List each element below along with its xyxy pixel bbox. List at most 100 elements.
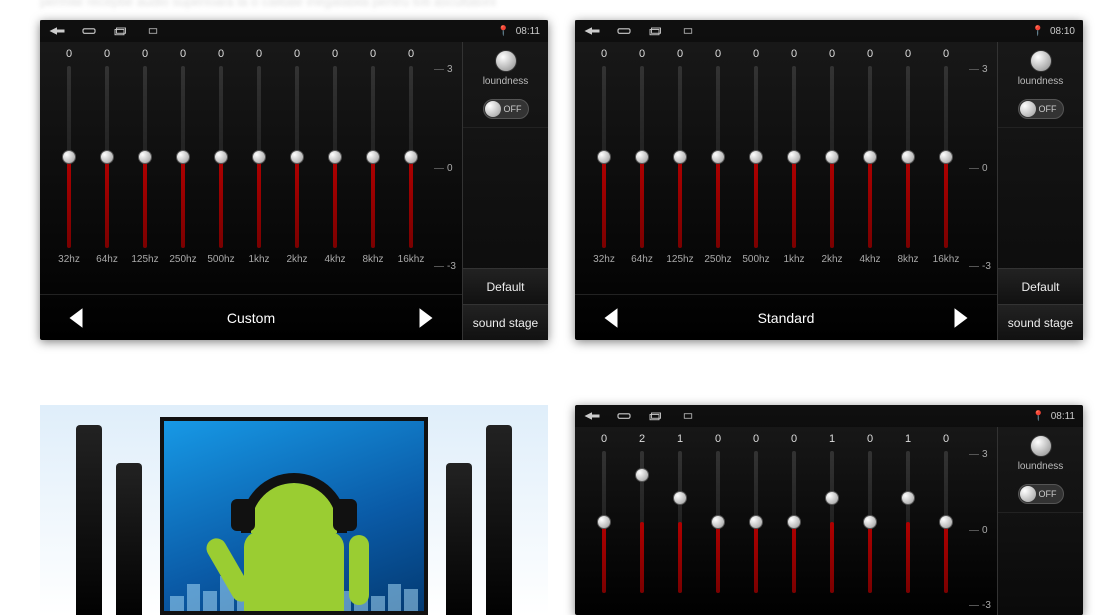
band-thumb[interactable] (939, 150, 953, 164)
default-button[interactable]: Default (463, 268, 548, 304)
band-thumb[interactable] (176, 150, 190, 164)
band-thumb[interactable] (749, 150, 763, 164)
band-track[interactable] (333, 66, 337, 248)
recent-icon[interactable] (647, 410, 665, 422)
band-track[interactable] (906, 66, 910, 248)
band-track[interactable] (181, 66, 185, 248)
sound-stage-button[interactable]: sound stage (463, 304, 548, 340)
eq-band[interactable]: 0500hz (739, 48, 773, 268)
band-thumb[interactable] (901, 150, 915, 164)
band-thumb[interactable] (635, 468, 649, 482)
band-thumb[interactable] (62, 150, 76, 164)
eq-band[interactable]: 064hz (625, 48, 659, 268)
band-track[interactable] (792, 451, 796, 593)
eq-band[interactable]: 1 (663, 433, 697, 613)
band-track[interactable] (830, 66, 834, 248)
band-thumb[interactable] (939, 515, 953, 529)
eq-band[interactable]: 08khz (891, 48, 925, 268)
band-track[interactable] (754, 66, 758, 248)
back-icon[interactable] (583, 25, 601, 37)
preset-prev-button[interactable] (593, 303, 629, 333)
preset-next-button[interactable] (943, 303, 979, 333)
band-thumb[interactable] (100, 150, 114, 164)
eq-band[interactable]: 0 (777, 433, 811, 613)
band-track[interactable] (105, 66, 109, 248)
eq-band[interactable]: 02khz (280, 48, 314, 268)
eq-band[interactable]: 04khz (853, 48, 887, 268)
band-track[interactable] (868, 66, 872, 248)
band-track[interactable] (716, 451, 720, 593)
band-track[interactable] (143, 66, 147, 248)
eq-band[interactable]: 04khz (318, 48, 352, 268)
eq-band[interactable]: 0250hz (166, 48, 200, 268)
band-track[interactable] (678, 66, 682, 248)
eq-band[interactable]: 0250hz (701, 48, 735, 268)
band-thumb[interactable] (825, 150, 839, 164)
eq-band[interactable]: 2 (625, 433, 659, 613)
band-track[interactable] (67, 66, 71, 248)
band-thumb[interactable] (673, 491, 687, 505)
band-thumb[interactable] (214, 150, 228, 164)
band-thumb[interactable] (673, 150, 687, 164)
band-thumb[interactable] (328, 150, 342, 164)
band-track[interactable] (754, 451, 758, 593)
band-track[interactable] (792, 66, 796, 248)
band-thumb[interactable] (404, 150, 418, 164)
eq-band[interactable]: 01khz (777, 48, 811, 268)
eq-band[interactable]: 0125hz (663, 48, 697, 268)
band-thumb[interactable] (901, 491, 915, 505)
band-thumb[interactable] (138, 150, 152, 164)
recent-icon[interactable] (647, 25, 665, 37)
eq-band[interactable]: 032hz (52, 48, 86, 268)
band-track[interactable] (868, 451, 872, 593)
eq-band[interactable]: 064hz (90, 48, 124, 268)
band-track[interactable] (640, 451, 644, 593)
band-thumb[interactable] (825, 491, 839, 505)
band-thumb[interactable] (597, 150, 611, 164)
loudness-toggle[interactable]: OFF (1018, 99, 1064, 119)
band-thumb[interactable] (366, 150, 380, 164)
recent-icon[interactable] (112, 25, 130, 37)
eq-band[interactable]: 0 (929, 433, 963, 613)
band-thumb[interactable] (635, 150, 649, 164)
screenshot-icon[interactable] (679, 410, 697, 422)
eq-band[interactable]: 0 (739, 433, 773, 613)
band-track[interactable] (716, 66, 720, 248)
band-track[interactable] (944, 66, 948, 248)
loudness-toggle[interactable]: OFF (1018, 484, 1064, 504)
eq-band[interactable]: 1 (891, 433, 925, 613)
band-thumb[interactable] (863, 150, 877, 164)
preset-prev-button[interactable] (58, 303, 94, 333)
band-thumb[interactable] (252, 150, 266, 164)
preset-next-button[interactable] (408, 303, 444, 333)
band-track[interactable] (602, 66, 606, 248)
eq-band[interactable]: 016khz (394, 48, 428, 268)
band-track[interactable] (219, 66, 223, 248)
band-thumb[interactable] (787, 515, 801, 529)
band-thumb[interactable] (863, 515, 877, 529)
eq-band[interactable]: 02khz (815, 48, 849, 268)
default-button[interactable]: Default (998, 268, 1083, 304)
back-icon[interactable] (48, 25, 66, 37)
band-track[interactable] (944, 451, 948, 593)
band-track[interactable] (640, 66, 644, 248)
eq-band[interactable]: 0500hz (204, 48, 238, 268)
home-icon[interactable] (615, 25, 633, 37)
band-track[interactable] (830, 451, 834, 593)
band-track[interactable] (678, 451, 682, 593)
eq-band[interactable]: 0125hz (128, 48, 162, 268)
eq-band[interactable]: 032hz (587, 48, 621, 268)
band-thumb[interactable] (711, 150, 725, 164)
sound-stage-button[interactable]: sound stage (998, 304, 1083, 340)
eq-band[interactable]: 08khz (356, 48, 390, 268)
home-icon[interactable] (80, 25, 98, 37)
back-icon[interactable] (583, 410, 601, 422)
band-track[interactable] (602, 451, 606, 593)
home-icon[interactable] (615, 410, 633, 422)
loudness-toggle[interactable]: OFF (483, 99, 529, 119)
screenshot-icon[interactable] (679, 25, 697, 37)
eq-band[interactable]: 0 (587, 433, 621, 613)
band-track[interactable] (409, 66, 413, 248)
band-thumb[interactable] (711, 515, 725, 529)
band-track[interactable] (906, 451, 910, 593)
